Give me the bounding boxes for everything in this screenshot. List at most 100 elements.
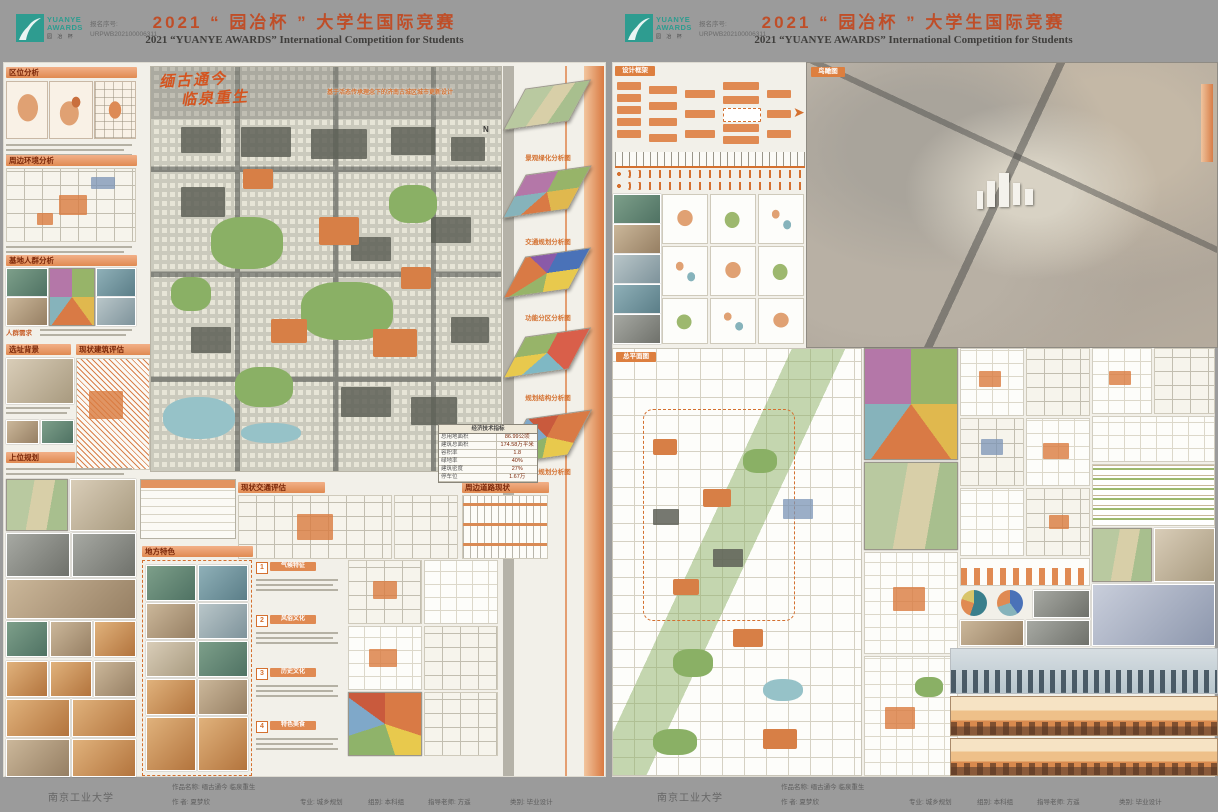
competition-poster-board: YUANYE AWARDS 园 冶 杯 报名序号: URPWB202100006… xyxy=(0,0,1218,812)
plan-block-dark xyxy=(713,549,743,567)
map-highlight xyxy=(373,581,397,599)
site-photo xyxy=(6,621,48,657)
concept-diagram xyxy=(662,298,708,344)
context-photo xyxy=(613,194,661,224)
feature-number: 1 xyxy=(256,562,268,574)
map-highlight xyxy=(885,707,915,729)
upper-plan-text-lines xyxy=(6,465,134,475)
historic-block xyxy=(401,267,431,289)
building-block xyxy=(451,317,489,343)
pie-chart xyxy=(961,590,987,616)
major: 专业: 城乡规划 xyxy=(909,796,952,806)
section-header-upper-plan: 上位规划 xyxy=(6,452,75,463)
major: 专业: 城乡规划 xyxy=(300,796,343,806)
feature-text-lines xyxy=(256,682,340,697)
render-tower xyxy=(999,173,1009,207)
framework-flowchart: ➤ xyxy=(615,80,807,148)
context-photo xyxy=(613,314,661,344)
site-photo xyxy=(6,268,48,297)
indicator-table: 经济技术指标 总用地面积86.99公顷 建筑总面积174.58万平米 容积率1.… xyxy=(438,424,538,483)
map-highlight xyxy=(89,391,123,419)
feature-number: 2 xyxy=(256,615,268,627)
render-tower xyxy=(1025,189,1033,205)
park-green xyxy=(389,185,437,223)
analysis-map-thumb xyxy=(1026,348,1090,416)
table-row: 总用地面积86.99公顷 xyxy=(439,434,537,442)
building-block xyxy=(181,187,225,217)
local-features-photo-box xyxy=(142,560,252,776)
render-tower xyxy=(987,181,995,207)
table-row: 建筑总面积174.58万平米 xyxy=(439,442,537,450)
analysis-map-thumb xyxy=(1092,348,1152,414)
row-label: 绿地率 xyxy=(439,458,497,465)
concept-diagram xyxy=(710,246,756,296)
row-label: 停车位 xyxy=(439,474,497,481)
category: 类别: 毕业设计 xyxy=(1119,796,1162,806)
feature-photo xyxy=(146,679,196,715)
flow-box xyxy=(767,130,791,138)
analysis-map-thumb xyxy=(424,560,498,624)
analysis-map xyxy=(864,552,958,654)
feature-photo xyxy=(146,641,196,677)
sunset-render-strip xyxy=(950,738,1218,776)
flow-box xyxy=(723,124,759,132)
feature-label: 气候特征 xyxy=(270,562,316,571)
render-roads xyxy=(807,63,1217,347)
analysis-map-thumb xyxy=(960,418,1024,486)
analysis-map-wide xyxy=(1092,416,1215,462)
table-row: 停车位1.67万 xyxy=(439,474,537,482)
poster-title-en: 2021 “YUANYE AWARDS” International Compe… xyxy=(609,34,1218,46)
province-location-map xyxy=(49,81,93,139)
poster-title-cn: 2021 “ 园冶杯 ” 大学生国际竞赛 xyxy=(0,8,609,33)
pie-chart xyxy=(997,590,1023,616)
flow-box xyxy=(617,82,641,90)
plan-block xyxy=(673,579,699,595)
context-photo xyxy=(613,284,661,314)
advisor: 指导老师: 方遥 xyxy=(428,796,471,806)
author: 作 者: 夏梦欣 xyxy=(172,796,210,806)
aerial-photo xyxy=(72,533,136,577)
aerial-perspective-render: 鸟瞰图 xyxy=(806,62,1218,348)
plan-block-blue xyxy=(783,499,813,519)
axon-render-thumb xyxy=(1092,528,1152,582)
section-header-local: 地方特色 xyxy=(142,546,253,557)
site-plan-map: 总平面图 xyxy=(612,348,862,776)
historic-map-image xyxy=(6,358,74,404)
surroundings-map xyxy=(6,168,136,242)
location-caption-lines xyxy=(6,141,134,156)
vertical-orange-tab xyxy=(1201,84,1213,162)
table-row: 绿地率40% xyxy=(439,458,537,466)
render-tower xyxy=(977,191,983,209)
detail-plan-render xyxy=(864,348,958,460)
row-value: 1.8 xyxy=(497,450,537,457)
tree-icon-row xyxy=(615,182,805,190)
poster-panel-right: YUANYE AWARDS 园 冶 杯 报名序号: URPWB202100006… xyxy=(609,0,1218,812)
feature-text-lines xyxy=(256,576,340,591)
background-text-lines xyxy=(6,404,72,414)
panorama-photo xyxy=(6,579,136,619)
feature-photo xyxy=(146,717,196,771)
university-name: 南京工业大学 xyxy=(48,789,114,804)
feature-number: 4 xyxy=(256,721,268,733)
poster-title-en: 2021 “YUANYE AWARDS” International Compe… xyxy=(0,34,609,46)
section-strip-stack xyxy=(1092,464,1215,526)
row-label: 建筑总面积 xyxy=(439,442,497,449)
analysis-map-thumb xyxy=(1026,418,1090,486)
flow-box-dashed xyxy=(723,108,761,122)
analysis-map-thumb xyxy=(1026,488,1090,556)
section-header-surroundings: 周边环境分析 xyxy=(6,155,137,166)
flow-box xyxy=(617,106,641,114)
section-header-location: 区位分析 xyxy=(6,67,137,78)
city-location-map xyxy=(94,81,136,139)
row-value: 174.58万平米 xyxy=(497,442,537,449)
plan-water xyxy=(763,679,803,701)
historic-block xyxy=(271,319,307,343)
row-label: 容积率 xyxy=(439,450,497,457)
north-arrow-icon: N xyxy=(483,125,489,134)
model-render-thumb xyxy=(1092,584,1215,646)
food-photo xyxy=(50,661,92,697)
flow-box xyxy=(649,118,677,126)
analysis-map-thumb xyxy=(960,488,1024,556)
park-green xyxy=(171,277,211,311)
building-block xyxy=(311,129,367,159)
